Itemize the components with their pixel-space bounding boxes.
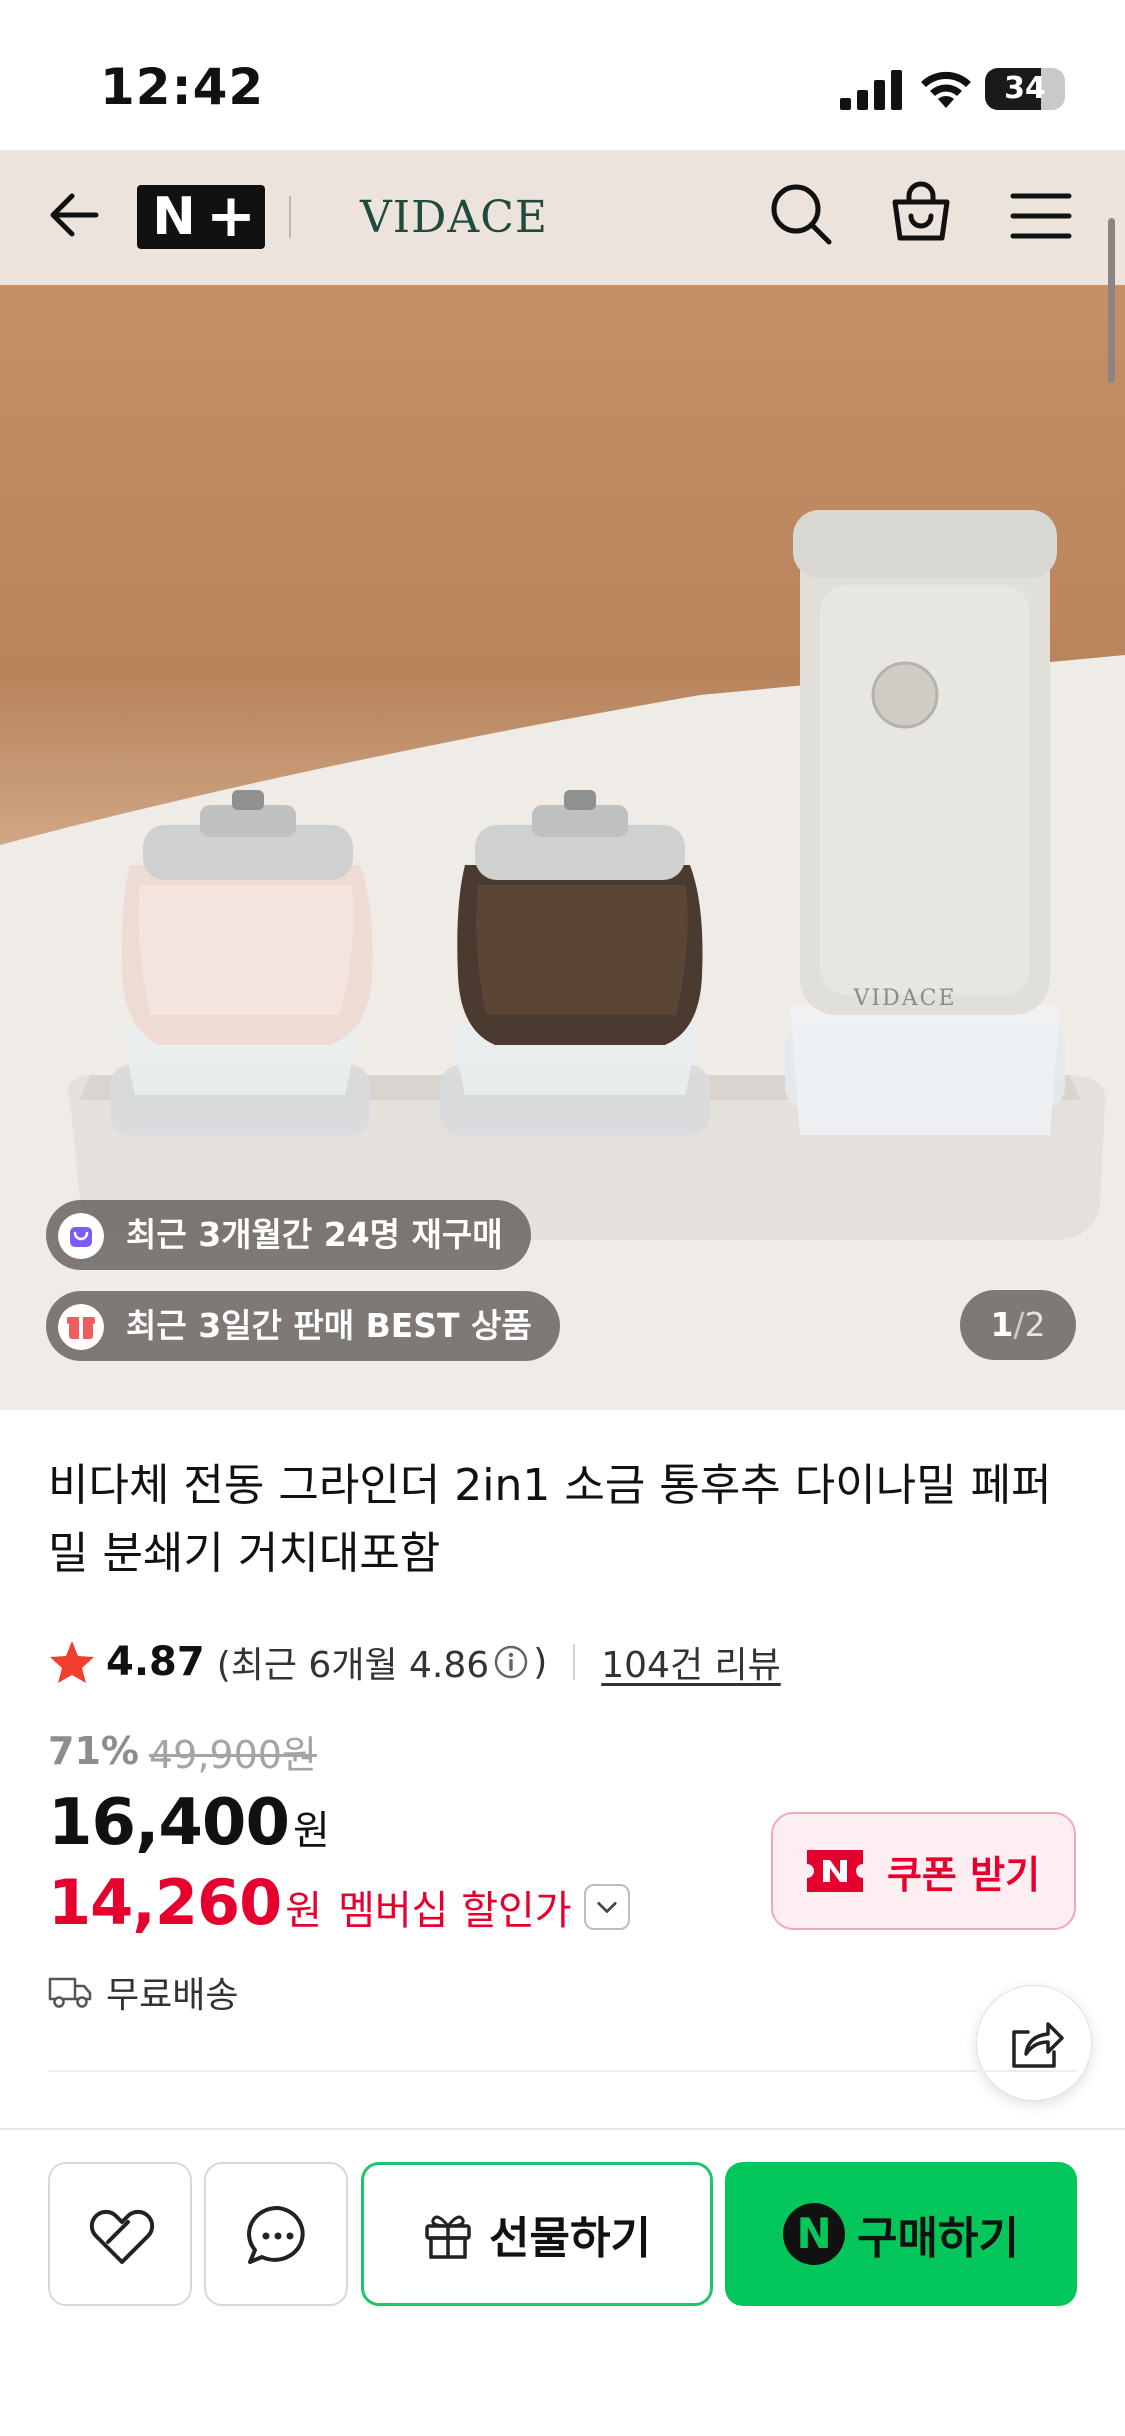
grinder-brand-mark: VIDACE bbox=[853, 986, 957, 1011]
membership-price-currency: 원 bbox=[285, 1888, 323, 1934]
delivery-text: 무료배송 bbox=[106, 1975, 239, 2016]
heart-icon bbox=[89, 2209, 155, 2264]
membership-price: 14,260 원 멤버십 할인가 bbox=[48, 1866, 630, 1939]
search-icon[interactable] bbox=[765, 178, 837, 250]
status-bar: 12:42 34 bbox=[0, 0, 1125, 150]
wifi-icon bbox=[921, 71, 971, 108]
product-title: 비다체 전동 그라인더 2in1 소금 통후추 다이나밀 페퍼밀 분쇄기 거치대… bbox=[48, 1460, 1052, 1579]
bottom-action-bar: 선물하기 N 구매하기 bbox=[0, 2128, 1125, 2436]
review-count-link[interactable]: 104건 리뷰 bbox=[601, 1636, 781, 1688]
gift-button[interactable]: 선물하기 bbox=[361, 2162, 713, 2306]
battery-percent: 34 bbox=[1004, 71, 1046, 106]
membership-price-value: 14,260 bbox=[48, 1866, 282, 1939]
delivery-truck-icon bbox=[48, 1977, 92, 2008]
product-image-carousel[interactable]: VIDACE 최근 3개월간 24명 재구매 최근 3일간 판매 BEST 상품… bbox=[0, 285, 1125, 1410]
info-icon[interactable] bbox=[493, 1644, 529, 1680]
sale-price-value: 16,400 bbox=[48, 1786, 290, 1860]
carousel-page-indicator: 1/2 bbox=[960, 1290, 1076, 1360]
repurchase-badge: 최근 3개월간 24명 재구매 bbox=[46, 1200, 531, 1270]
brand-logo[interactable]: VIDACE bbox=[360, 186, 548, 250]
buy-button-label: 구매하기 bbox=[857, 2213, 1019, 2264]
chat-bubble-icon bbox=[247, 2205, 305, 2264]
naver-plus-store-logo[interactable]: N + bbox=[137, 185, 265, 249]
status-time: 12:42 bbox=[100, 58, 265, 116]
buy-button[interactable]: N 구매하기 bbox=[725, 2162, 1077, 2306]
discount-row: 71% 49,900원 bbox=[48, 1723, 317, 1779]
coupon-download-button[interactable]: 쿠폰 받기 bbox=[771, 1812, 1076, 1930]
shopping-bag-icon[interactable] bbox=[885, 176, 957, 248]
chevron-down-icon[interactable] bbox=[583, 1884, 630, 1930]
discount-rate: 71% bbox=[48, 1729, 139, 1773]
naver-n-coupon-icon bbox=[806, 1850, 863, 1892]
carousel-total-pages: 2 bbox=[1024, 1305, 1046, 1344]
share-icon bbox=[1012, 2022, 1064, 2068]
sale-price: 16,400 원 bbox=[48, 1786, 330, 1860]
naver-pay-n-icon: N bbox=[783, 2203, 846, 2265]
best-seller-badge-text: 최근 3일간 판매 BEST 상품 bbox=[126, 1306, 532, 1345]
repurchase-badge-text: 최근 3개월간 24명 재구매 bbox=[126, 1215, 503, 1254]
share-button[interactable] bbox=[976, 1985, 1092, 2101]
coupon-button-label: 쿠폰 받기 bbox=[886, 1852, 1041, 1897]
top-navigation-bar: N + VIDACE bbox=[0, 150, 1125, 285]
gift-icon bbox=[425, 2215, 471, 2259]
rating-score: 4.87 bbox=[106, 1639, 205, 1685]
star-icon bbox=[50, 1641, 94, 1683]
rating-divider bbox=[573, 1644, 576, 1680]
recent-rating-prefix: (최근 6개월 4.86 bbox=[216, 1645, 490, 1686]
cellular-signal-icon bbox=[840, 70, 902, 110]
carousel-current-page: 1 bbox=[990, 1305, 1014, 1344]
sale-price-currency: 원 bbox=[292, 1808, 330, 1854]
best-box-icon bbox=[58, 1304, 104, 1350]
battery-icon: 34 bbox=[985, 68, 1065, 110]
carousel-page-separator: / bbox=[1013, 1305, 1025, 1344]
gift-button-label: 선물하기 bbox=[489, 2213, 651, 2264]
wishlist-button[interactable] bbox=[48, 2162, 192, 2306]
delivery-info: 무료배송 bbox=[48, 1966, 238, 2018]
membership-price-label: 멤버십 할인가 bbox=[338, 1888, 572, 1934]
rating-row: 4.87 (최근 6개월 4.86 ) 104건 리뷰 bbox=[48, 1632, 781, 1692]
talk-talk-button[interactable] bbox=[204, 2162, 348, 2306]
hamburger-menu-icon[interactable] bbox=[1005, 180, 1077, 252]
best-seller-badge: 최근 3일간 판매 BEST 상품 bbox=[46, 1291, 560, 1361]
section-divider bbox=[48, 2070, 1077, 2072]
recent-rating-suffix: ) bbox=[533, 1641, 548, 1683]
header-divider bbox=[289, 196, 291, 238]
original-price: 49,900원 bbox=[148, 1732, 317, 1777]
scrollbar-thumb[interactable] bbox=[1108, 218, 1115, 383]
repurchase-bag-icon bbox=[58, 1213, 104, 1259]
back-arrow-icon[interactable] bbox=[40, 180, 110, 250]
